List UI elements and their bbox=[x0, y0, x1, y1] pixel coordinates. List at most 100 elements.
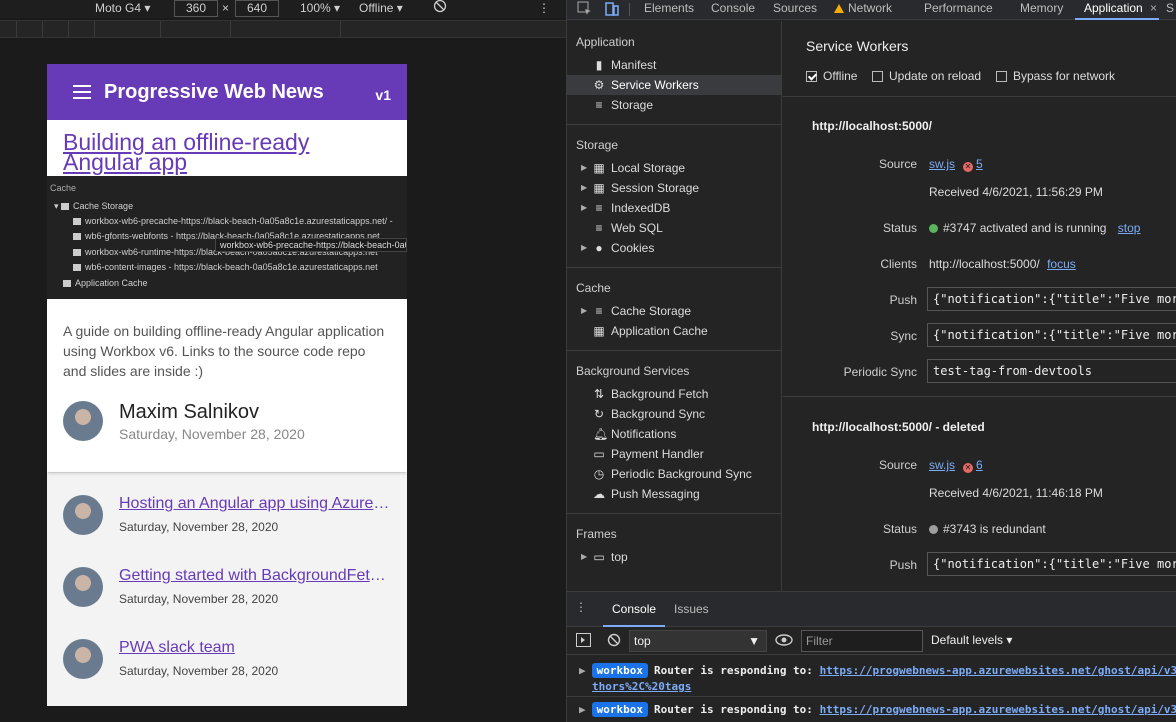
article-link[interactable]: Getting started with BackgroundFetch API bbox=[119, 567, 391, 585]
image-cache-entry-label: workbox-wb6-precache-https://black-beach… bbox=[85, 216, 393, 226]
sidebar-item-background-fetch[interactable]: ⇅ Background Fetch bbox=[567, 384, 781, 404]
context-value: top bbox=[634, 634, 651, 648]
sidebar-toggle-icon[interactable] bbox=[576, 633, 591, 650]
error-count-link[interactable]: 6 bbox=[976, 458, 983, 472]
sidebar-item-label: Web SQL bbox=[611, 221, 663, 235]
source-file-link[interactable]: sw.js bbox=[929, 157, 955, 171]
periodic-sync-input[interactable]: test-tag-from-devtools bbox=[927, 359, 1176, 383]
more-options-icon[interactable]: ⋮ bbox=[538, 1, 550, 15]
sidebar-item-storage[interactable]: ≡ Storage bbox=[567, 95, 781, 115]
push-input[interactable]: {"notification":{"title":"Five more n bbox=[927, 287, 1176, 311]
log-levels-select[interactable]: Default levels ▾ bbox=[931, 633, 1012, 647]
source-value: sw.js ✕ 5 bbox=[929, 157, 983, 172]
tab-overflow[interactable]: S bbox=[1166, 1, 1174, 15]
screen: Moto G4 ▾ 360 × 640 100% ▾ Offline ▾ ⋮ P… bbox=[0, 0, 1176, 722]
sidebar-item-label: Local Storage bbox=[611, 161, 686, 175]
checkbox-label: Bypass for network bbox=[1013, 69, 1116, 83]
tab-network[interactable]: Network bbox=[834, 1, 892, 15]
sidebar-item-service-workers[interactable]: ⚙ Service Workers bbox=[567, 75, 781, 95]
tab-elements[interactable]: Elements bbox=[644, 1, 694, 15]
service-workers-view: Service Workers Offline Update on reload… bbox=[783, 21, 1176, 591]
times-sign: × bbox=[222, 1, 230, 15]
client-url: http://localhost:5000/ bbox=[929, 257, 1040, 271]
inspect-element-icon[interactable] bbox=[577, 1, 593, 20]
article-link[interactable]: PWA slack team bbox=[119, 639, 391, 657]
sidebar-item-local-storage[interactable]: ▶ ▦ Local Storage bbox=[567, 158, 781, 178]
tab-close-icon[interactable]: × bbox=[1150, 1, 1157, 15]
database-icon: ≡ bbox=[595, 221, 603, 235]
device-toggle-icon[interactable] bbox=[605, 1, 619, 20]
featured-article-link[interactable]: Building an offline-ready Angular app bbox=[47, 120, 407, 176]
height-input[interactable]: 640 bbox=[235, 0, 279, 17]
rotate-icon[interactable] bbox=[433, 0, 447, 16]
sidebar-item-push-messaging[interactable]: ☁ Push Messaging bbox=[567, 484, 781, 504]
menu-icon[interactable] bbox=[73, 85, 91, 99]
message-url-link[interactable]: thors%2C%20tags bbox=[592, 680, 691, 693]
sidebar-item-label: Cookies bbox=[611, 241, 655, 255]
sidebar-item-payment-handler[interactable]: ▭ Payment Handler bbox=[567, 444, 781, 464]
error-count-link[interactable]: 5 bbox=[976, 157, 983, 171]
eye-icon[interactable] bbox=[775, 632, 793, 651]
push-input[interactable]: {"notification":{"title":"Five more n bbox=[927, 552, 1176, 576]
sidebar-item-background-sync[interactable]: ↻ Background Sync bbox=[567, 404, 781, 424]
drawer-tab-issues[interactable]: Issues bbox=[674, 602, 709, 616]
filter-input[interactable]: Filter bbox=[801, 630, 923, 652]
sidebar-item-cookies[interactable]: ▶ ● Cookies bbox=[567, 238, 781, 258]
toolbar-divider bbox=[629, 3, 630, 16]
source-file-link[interactable]: sw.js bbox=[929, 458, 955, 472]
source-label: Source bbox=[878, 157, 917, 171]
expand-arrow-icon[interactable]: ▶ bbox=[581, 238, 587, 258]
sidebar-item-periodic-sync[interactable]: ◷ Periodic Background Sync bbox=[567, 464, 781, 484]
expand-arrow-icon[interactable]: ▶ bbox=[579, 703, 586, 716]
focus-link[interactable]: focus bbox=[1047, 257, 1076, 271]
sidebar-item-web-sql[interactable]: ≡ Web SQL bbox=[567, 218, 781, 238]
width-input[interactable]: 360 bbox=[174, 0, 218, 17]
sidebar-section-storage: Storage bbox=[576, 138, 619, 152]
sidebar-item-application-cache[interactable]: ▦ Application Cache bbox=[567, 321, 781, 341]
drawer-menu-icon[interactable]: ⋮ bbox=[575, 600, 587, 614]
avatar bbox=[63, 495, 103, 535]
log-levels-value: Default levels bbox=[931, 633, 1004, 647]
expand-arrow-icon[interactable]: ▶ bbox=[581, 198, 587, 218]
expand-arrow-icon[interactable]: ▶ bbox=[581, 158, 587, 178]
sidebar-item-indexeddb[interactable]: ▶ ≡ IndexedDB bbox=[567, 198, 781, 218]
list-item: Getting started with BackgroundFetch API… bbox=[47, 567, 407, 639]
sidebar-divider bbox=[567, 267, 781, 268]
message-url-link[interactable]: https://progwebnews-app.azurewebsites.ne… bbox=[820, 703, 1176, 716]
tab-memory[interactable]: Memory bbox=[1020, 1, 1063, 15]
table-icon bbox=[73, 249, 81, 257]
tab-application[interactable]: Application bbox=[1084, 1, 1143, 15]
sidebar-item-cache-storage[interactable]: ▶ ≡ Cache Storage bbox=[567, 301, 781, 321]
update-on-reload-checkbox[interactable]: Update on reload bbox=[872, 69, 981, 83]
sync-input[interactable]: {"notification":{"title":"Five more n bbox=[927, 323, 1176, 347]
sidebar-item-session-storage[interactable]: ▶ ▦ Session Storage bbox=[567, 178, 781, 198]
throttle-select[interactable]: Offline ▾ bbox=[359, 1, 403, 15]
zoom-select[interactable]: 100% ▾ bbox=[300, 1, 340, 15]
sidebar-item-top-frame[interactable]: ▶ ▭ top bbox=[567, 547, 781, 567]
sidebar-item-manifest[interactable]: ▮ Manifest bbox=[567, 55, 781, 75]
featured-article-card: Building an offline-ready Angular app Ca… bbox=[47, 120, 407, 472]
message-url-link[interactable]: https://progwebnews-app.azurewebsites.ne… bbox=[820, 664, 1176, 677]
clear-console-icon[interactable] bbox=[607, 633, 621, 650]
cloud-icon: ☁ bbox=[593, 487, 605, 501]
device-select[interactable]: Moto G4 ▾ bbox=[95, 1, 150, 15]
expand-arrow-icon[interactable]: ▶ bbox=[581, 547, 587, 567]
drawer-tab-console[interactable]: Console bbox=[612, 602, 656, 616]
list-item-body: PWA slack team Saturday, November 28, 20… bbox=[119, 639, 391, 678]
stop-link[interactable]: stop bbox=[1118, 221, 1141, 235]
article-link[interactable]: Hosting an Angular app using Azure Stati… bbox=[119, 495, 391, 513]
sidebar-item-label: Manifest bbox=[611, 58, 657, 72]
offline-checkbox[interactable]: Offline bbox=[806, 69, 857, 83]
expand-arrow-icon[interactable]: ▶ bbox=[581, 301, 587, 321]
console-toolbar: top ▼ Filter Default levels ▾ bbox=[567, 627, 1176, 655]
tab-console[interactable]: Console bbox=[711, 1, 755, 15]
bypass-for-network-checkbox[interactable]: Bypass for network bbox=[996, 69, 1115, 83]
chevron-down-icon: ▼ bbox=[748, 634, 760, 648]
expand-arrow-icon[interactable]: ▶ bbox=[581, 178, 587, 198]
tab-sources[interactable]: Sources bbox=[773, 1, 817, 15]
expand-arrow-icon[interactable]: ▶ bbox=[579, 664, 586, 677]
tab-performance[interactable]: Performance bbox=[924, 1, 993, 15]
context-select[interactable]: top ▼ bbox=[629, 630, 767, 652]
received-time: Received 4/6/2021, 11:56:29 PM bbox=[929, 185, 1103, 199]
sidebar-item-notifications[interactable]: 🔔︎ Notifications bbox=[567, 424, 781, 444]
